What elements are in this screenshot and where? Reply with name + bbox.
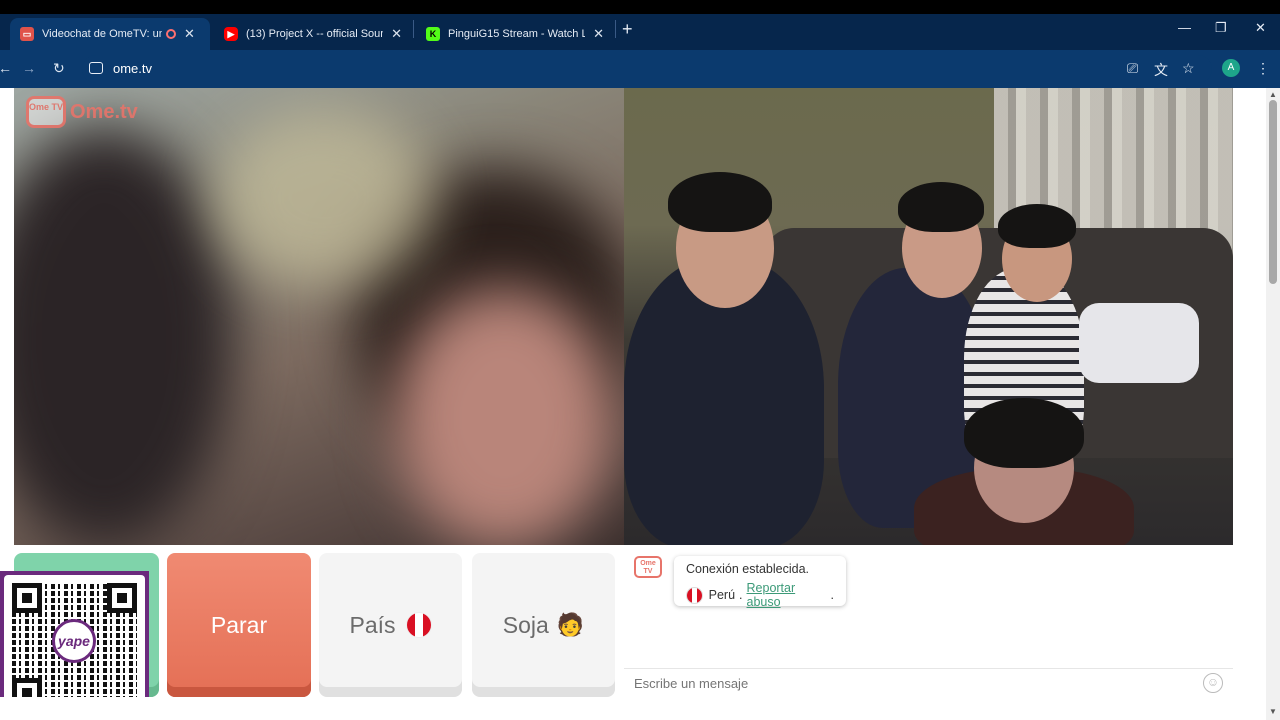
tab-separator xyxy=(615,20,616,38)
tab-title: (13) Project X -- official Soundtr xyxy=(246,28,383,40)
new-tab-button[interactable]: + xyxy=(622,18,633,40)
person-hair xyxy=(898,182,984,232)
separator: . xyxy=(739,588,743,602)
restore-icon[interactable]: ❐ xyxy=(1215,20,1227,36)
tab-title: PinguiG15 Stream - Watch Live xyxy=(448,28,586,40)
camera-icon[interactable] xyxy=(89,62,103,74)
cast-icon[interactable]: ⎚ xyxy=(1127,60,1138,77)
address-bar[interactable] xyxy=(82,55,1212,83)
system-message: Conexión establecida. Perú . Reportar ab… xyxy=(674,556,846,609)
yape-logo: yape xyxy=(52,619,96,663)
back-icon[interactable]: ← xyxy=(0,60,12,76)
close-icon[interactable]: ✕ xyxy=(391,26,402,42)
country-button-label: País xyxy=(349,611,396,638)
ometv-chat-icon: Ome TV xyxy=(634,556,662,578)
peru-flag-icon xyxy=(686,586,703,604)
connection-status: Conexión establecida. xyxy=(686,562,809,576)
menu-icon[interactable]: ⋮ xyxy=(1256,60,1270,77)
remote-video xyxy=(624,88,1233,545)
reload-icon[interactable]: ↻ xyxy=(53,60,65,77)
message-input[interactable] xyxy=(634,676,1194,691)
local-video xyxy=(14,88,624,545)
person-hair xyxy=(668,172,772,232)
blurred-face xyxy=(394,288,614,545)
tab-title: Videochat de OmeTV: una a xyxy=(42,28,162,40)
ometv-icon: ▭ xyxy=(20,27,34,41)
translate-icon[interactable]: 文 xyxy=(1154,60,1168,80)
emoji-icon[interactable]: ☺ xyxy=(1203,673,1223,693)
stop-button-label: Parar xyxy=(210,611,268,638)
browser-toolbar: ← → ↻ xyxy=(0,50,1280,88)
blurred-person-left xyxy=(14,128,234,545)
person-hair xyxy=(998,204,1076,248)
page-bottom xyxy=(0,697,1280,720)
minimize-icon[interactable]: — xyxy=(1178,20,1191,35)
peru-flag-icon xyxy=(405,612,432,638)
message-bar: ☺ xyxy=(624,668,1233,697)
gender-button-label: Soja xyxy=(502,611,549,638)
blurred-wall xyxy=(214,108,434,288)
recording-icon xyxy=(166,29,176,39)
tv-icon: Ome TV xyxy=(26,96,66,128)
pillow xyxy=(1079,303,1199,383)
youtube-icon: ▶ xyxy=(224,27,238,41)
period: . xyxy=(830,588,834,602)
country-button[interactable]: País xyxy=(319,553,462,697)
scroll-down-icon[interactable]: ▼ xyxy=(1269,707,1277,716)
qr-finder xyxy=(12,583,42,613)
close-icon[interactable]: ✕ xyxy=(184,26,195,42)
tab-youtube[interactable]: ▶ (13) Project X -- official Soundtr ✕ xyxy=(214,18,412,50)
logo-text: Ome.tv xyxy=(70,100,138,123)
ometv-logo: Ome TV Ome.tv xyxy=(26,96,138,128)
gender-button[interactable]: Soja 🧑 xyxy=(472,553,615,697)
qr-code: yape xyxy=(4,575,145,716)
stop-button[interactable]: Parar xyxy=(167,553,311,697)
person-hair xyxy=(964,398,1084,468)
scroll-up-icon[interactable]: ▲ xyxy=(1269,90,1277,99)
profile-avatar[interactable]: A xyxy=(1222,59,1240,77)
url-text[interactable]: ome.tv xyxy=(113,61,152,76)
qr-finder xyxy=(107,583,137,613)
tab-separator xyxy=(413,20,414,38)
kick-icon: K xyxy=(426,27,440,41)
star-icon[interactable]: ☆ xyxy=(1182,60,1195,77)
partner-country: Perú xyxy=(708,588,736,602)
tab-ometv[interactable]: ▭ Videochat de OmeTV: una a ✕ xyxy=(10,18,210,50)
forward-icon[interactable]: → xyxy=(22,60,36,76)
close-window-icon[interactable]: ✕ xyxy=(1255,20,1266,36)
scrollbar-thumb[interactable] xyxy=(1269,100,1277,284)
tab-strip: ▭ Videochat de OmeTV: una a ✕ ▶ (13) Pro… xyxy=(0,14,1280,50)
report-abuse-link[interactable]: Reportar abuso xyxy=(747,581,831,609)
close-icon[interactable]: ✕ xyxy=(593,26,604,42)
tab-kick[interactable]: K PinguiG15 Stream - Watch Live ✕ xyxy=(416,18,614,50)
top-black-bar xyxy=(0,0,1280,14)
person-emoji-icon: 🧑 xyxy=(556,612,585,637)
scrollbar[interactable]: ▲ ▼ xyxy=(1266,88,1280,720)
